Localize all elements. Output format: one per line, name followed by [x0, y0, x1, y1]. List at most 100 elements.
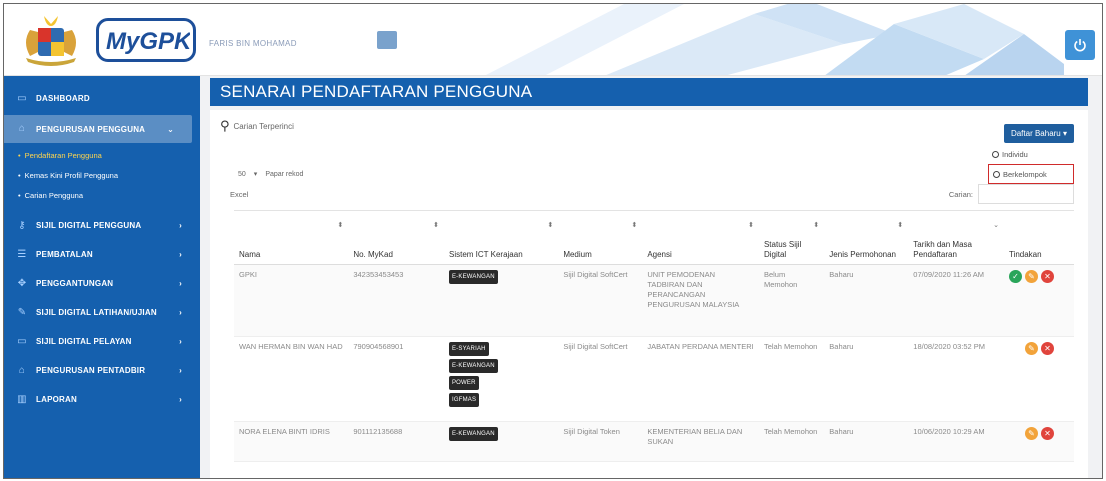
records-label: Papar rekod — [265, 170, 304, 178]
admin-icon: ⌂ — [18, 364, 26, 376]
sidebar-item-label: LAPORAN — [36, 395, 77, 404]
pen-icon: ✎ — [17, 306, 27, 318]
sidebar-item-pengurusan-pengguna[interactable]: ⌂ PENGURUSAN PENGGUNA ⌄ — [4, 115, 192, 143]
sort-icon: ⬍ — [337, 222, 344, 229]
column-header-nama[interactable]: Nama ⬍ — [234, 210, 349, 265]
delete-button[interactable]: ✕ — [1040, 270, 1054, 283]
advanced-search-label: Carian Terperinci — [233, 121, 294, 131]
circle-icon — [992, 150, 999, 158]
column-header-sistem-ict[interactable]: Sistem ICT Kerajaan ⬍ — [443, 210, 559, 265]
column-header-agensi[interactable]: Agensi ⬍ — [642, 210, 759, 265]
chevron-right-icon: › — [179, 250, 182, 259]
chevron-right-icon: › — [179, 395, 182, 404]
cell-mykad: 901112135688 — [348, 421, 444, 462]
menu-toggle-button[interactable] — [377, 31, 397, 49]
sort-icon: ⬍ — [813, 222, 820, 229]
username-label: FARIS BIN MOHAMAD — [209, 39, 297, 48]
delete-button[interactable]: ✕ — [1040, 427, 1054, 440]
sidebar-item-label: PENGURUSAN PENGGUNA — [36, 124, 146, 134]
chart-icon: ▥ — [17, 393, 27, 405]
cell-tarikh: 18/08/2020 03:52 PM — [908, 336, 1004, 422]
records-per-page: 50 ▾ Papar rekod — [238, 170, 304, 179]
main-content: SENARAI PENDAFTARAN PENGGUNA ⚲ Carian Te… — [200, 76, 1102, 478]
dropdown-item-individu[interactable]: Individu — [988, 144, 1074, 164]
edit-button[interactable]: ✎ — [1024, 270, 1038, 283]
coat-of-arms-logo — [26, 16, 76, 66]
advanced-search-toggle[interactable]: ⚲ Carian Terperinci — [220, 118, 294, 134]
column-header-medium[interactable]: Medium ⬍ — [558, 210, 643, 265]
sidebar-item-label: SIJIL DIGITAL PENGGUNA — [36, 221, 142, 230]
excel-button[interactable]: Excel — [230, 190, 248, 199]
arrows-icon: ✥ — [17, 277, 27, 289]
sidebar-item-dashboard[interactable]: ▭ DASHBOARD — [4, 84, 200, 113]
header-decoration — [485, 4, 1064, 75]
view-button[interactable]: ✓ — [1008, 270, 1022, 283]
cell-tindakan: ✓ ✎ ✕ — [1003, 264, 1074, 337]
daftar-baharu-button[interactable]: Daftar Baharu ▾ — [1003, 124, 1074, 143]
sidebar-subitem-pendaftaran[interactable]: Pendaftaran Pengguna — [4, 145, 200, 165]
cell-nama: NORA ELENA BINTI IDRIS — [234, 421, 349, 462]
table-row: WAN HERMAN BIN WAN HAD 790904568901 E-SY… — [234, 336, 1074, 422]
cell-tarikh: 07/09/2020 11:26 AM — [908, 264, 1004, 337]
sidebar-item-pembatalan[interactable]: ☰ PEMBATALAN › — [4, 240, 200, 269]
sidebar-item-label: PENGURUSAN PENTADBIR — [36, 366, 146, 375]
circle-icon — [993, 170, 1000, 178]
sort-icon: ⬍ — [433, 222, 439, 229]
edit-button[interactable]: ✎ — [1024, 427, 1038, 440]
users-table: Nama ⬍ No. MyKad ⬍ Sistem ICT Kerajaan ⬍ Me… — [234, 210, 1074, 462]
cari-label: Carian: — [948, 190, 973, 199]
cell-sistem: E-KEWANGAN — [443, 264, 559, 337]
cell-agensi: JABATAN PERDANA MENTERI — [642, 336, 759, 422]
cell-agensi: UNIT PEMODENAN TADBIRAN DAN PERANCANGAN … — [642, 264, 759, 337]
key-icon: ⚷ — [18, 219, 26, 231]
search-icon: ⚲ — [220, 118, 230, 133]
chevron-right-icon: › — [179, 337, 182, 346]
app-frame: MyGPKI FARIS BIN MOHAMAD ▭ DASHBOARD ⌂ P… — [3, 3, 1103, 479]
logout-button[interactable] — [1065, 30, 1095, 60]
table-row: GPKI 342353453453 E-KEWANGAN Sijil Digit… — [234, 264, 1074, 337]
cell-medium: Sijil Digital Token — [558, 421, 643, 462]
sidebar-item-pengurusan-pentadbir[interactable]: ⌂ PENGURUSAN PENTADBIR › — [4, 356, 200, 385]
sidebar-subitem-carian[interactable]: Carian Pengguna — [4, 185, 200, 205]
system-tag: E-KEWANGAN — [448, 359, 498, 373]
search-input[interactable] — [978, 184, 1074, 204]
sidebar-subitem-kemas-kini[interactable]: Kemas Kini Profil Pengguna — [4, 165, 200, 185]
column-header-tarikh[interactable]: Tarikh dan Masa Pendaftaran ⌄ — [908, 210, 1004, 265]
cell-status: Telah Memohon — [758, 421, 825, 462]
column-header-jenis[interactable]: Jenis Permohonan ⬍ — [824, 210, 909, 265]
cell-jenis: Baharu — [824, 421, 909, 462]
top-bar: MyGPKI FARIS BIN MOHAMAD — [4, 4, 1102, 76]
page-size-select[interactable]: 50 — [238, 171, 246, 178]
column-header-status[interactable]: Status Sijil Digital ⬍ — [758, 210, 825, 265]
system-tag: POWER — [448, 376, 479, 390]
cell-sistem: E-KEWANGAN — [443, 421, 559, 462]
sidebar-item-sijil-digital-pengguna[interactable]: ⚷ SIJIL DIGITAL PENGGUNA › — [4, 211, 200, 240]
content-card: ⚲ Carian Terperinci Daftar Baharu ▾ Indi… — [210, 110, 1088, 478]
sort-icon: ⬍ — [547, 222, 554, 229]
sidebar: ▭ DASHBOARD ⌂ PENGURUSAN PENGGUNA ⌄ Pend… — [4, 76, 200, 478]
dropdown-item-label: Individu — [1002, 149, 1028, 159]
sidebar-item-sijil-digital-pelayan[interactable]: ▭ SIJIL DIGITAL PELAYAN › — [4, 327, 200, 356]
system-tag: E-KEWANGAN — [448, 427, 498, 441]
cell-sistem: E-SYARIAH E-KEWANGAN POWER IGFMAS — [443, 336, 559, 422]
logo-area: MyGPKI — [4, 4, 200, 75]
dropdown-item-berkelompok[interactable]: Berkelompok — [988, 164, 1074, 184]
sidebar-item-laporan[interactable]: ▥ LAPORAN › — [4, 385, 200, 414]
sidebar-item-sijil-digital-latihan[interactable]: ✎ SIJIL DIGITAL LATIHAN/UJIAN › — [4, 298, 200, 327]
delete-button[interactable]: ✕ — [1040, 342, 1054, 355]
edit-button[interactable]: ✎ — [1024, 342, 1038, 355]
cell-jenis: Baharu — [824, 336, 909, 422]
sidebar-item-penggantungan[interactable]: ✥ PENGGANTUNGAN › — [4, 269, 200, 298]
page-title: SENARAI PENDAFTARAN PENGGUNA — [210, 78, 1088, 106]
chevron-right-icon: › — [179, 279, 182, 288]
cell-tindakan: ✎ ✕ — [1003, 336, 1074, 422]
table-row: NORA ELENA BINTI IDRIS 901112135688 E-KE… — [234, 421, 1074, 462]
cell-medium: Sijil Digital SoftCert — [558, 264, 643, 337]
monitor-icon: ▭ — [17, 92, 27, 104]
sort-desc-icon: ⌄ — [993, 222, 999, 229]
dropdown-item-label: Berkelompok — [1003, 169, 1047, 179]
cell-status: Telah Memohon — [758, 336, 825, 422]
chevron-down-icon: ⌄ — [167, 124, 174, 134]
user-icon: ⌂ — [18, 123, 26, 134]
column-header-mykad[interactable]: No. MyKad ⬍ — [348, 210, 444, 265]
